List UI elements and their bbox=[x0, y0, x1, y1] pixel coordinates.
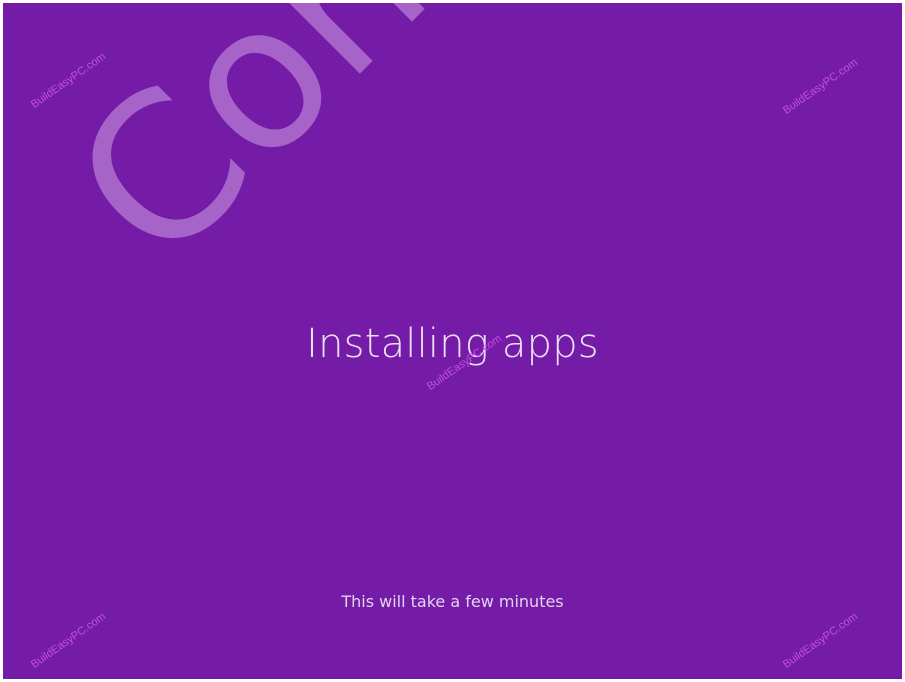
setup-screen: Confidential Installing apps This will t… bbox=[3, 3, 902, 679]
site-watermark-top-right: BuildEasyPC.com bbox=[781, 56, 861, 117]
confidential-watermark: Confidential bbox=[31, 3, 902, 306]
installing-title: Installing apps bbox=[306, 321, 599, 367]
site-watermark-bottom-right: BuildEasyPC.com bbox=[781, 610, 861, 671]
progress-message: This will take a few minutes bbox=[341, 592, 564, 611]
site-watermark-bottom-left: BuildEasyPC.com bbox=[29, 610, 109, 671]
